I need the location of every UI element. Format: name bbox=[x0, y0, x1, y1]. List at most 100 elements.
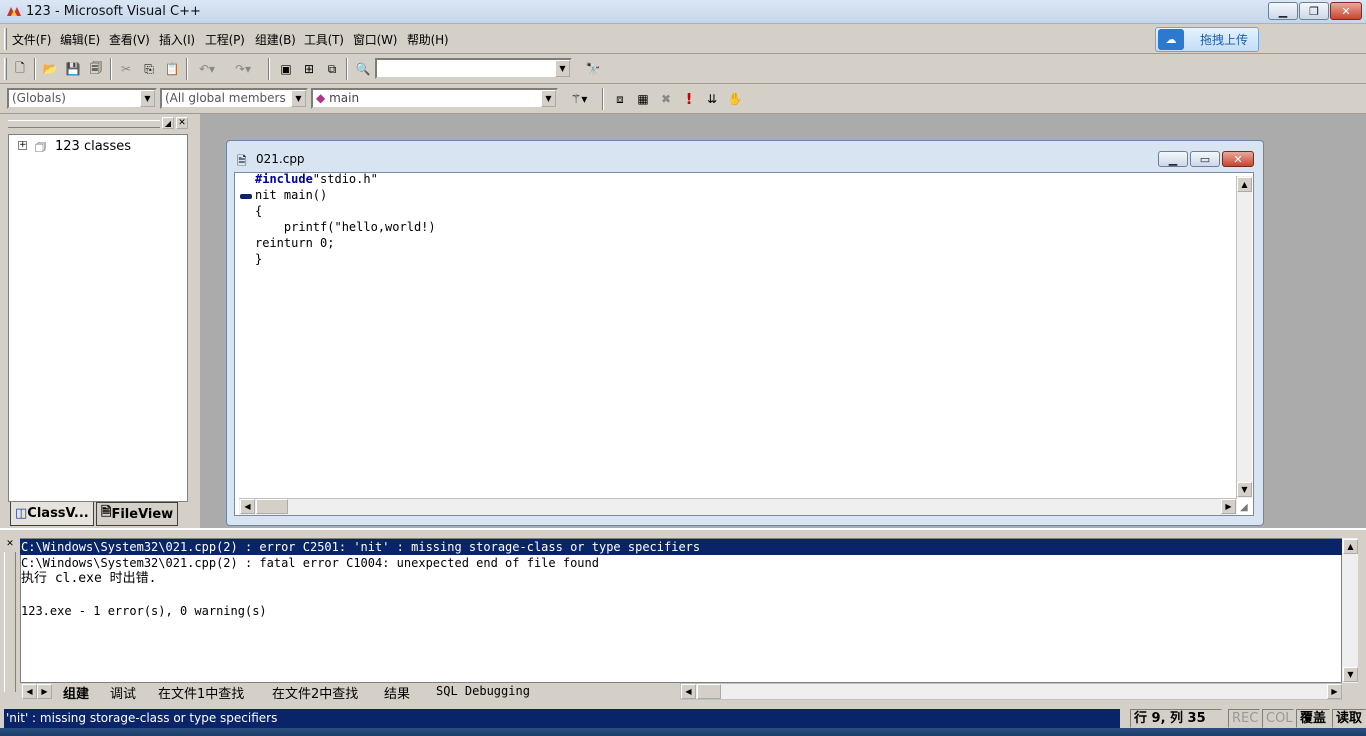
copy-icon[interactable]: ⎘ bbox=[138, 58, 160, 80]
minimize-button[interactable]: ▁ bbox=[1268, 2, 1298, 20]
code-line[interactable]: printf("hello,world!) bbox=[255, 219, 436, 235]
tab-fileview[interactable]: 🗎 FileView bbox=[96, 502, 178, 526]
menu-build[interactable]: 组建(B) bbox=[255, 31, 296, 48]
workspace-dock-icon[interactable]: ◢ bbox=[162, 117, 174, 129]
scroll-left-icon[interactable]: ◀ bbox=[240, 499, 255, 514]
code-text: reinturn 0; bbox=[255, 236, 335, 250]
function-combo[interactable]: ◆ main ▼ bbox=[311, 88, 558, 109]
scroll-down-icon[interactable]: ▼ bbox=[1343, 667, 1358, 682]
restore-icon: ❐ bbox=[1309, 4, 1319, 18]
save-all-icon[interactable]: 🗐 bbox=[85, 58, 107, 80]
tree-root-label[interactable]: 123 classes bbox=[55, 139, 131, 154]
output-line[interactable]: C:\Windows\System32\021.cpp(2) : error C… bbox=[21, 539, 700, 555]
output-grip[interactable] bbox=[4, 552, 16, 692]
build-icon[interactable]: ▦ bbox=[632, 88, 654, 110]
save-icon[interactable]: 💾 bbox=[62, 58, 84, 80]
menu-file[interactable]: 文件(F) bbox=[12, 31, 51, 48]
scope-combo[interactable]: (Globals) ▼ bbox=[7, 88, 157, 109]
chevron-down-icon[interactable]: ▼ bbox=[541, 90, 556, 107]
output-horizontal-scrollbar[interactable] bbox=[680, 683, 1342, 700]
paste-icon[interactable]: 📋 bbox=[161, 58, 183, 80]
output-line[interactable]: C:\Windows\System32\021.cpp(2) : fatal e… bbox=[21, 555, 599, 571]
members-combo[interactable]: (All global members ▼ bbox=[160, 88, 308, 109]
status-line-column: 行 9, 列 35 bbox=[1130, 709, 1222, 728]
editor-close-button[interactable]: ✕ bbox=[1222, 151, 1254, 167]
editor-restore-button[interactable]: ▭ bbox=[1190, 151, 1220, 167]
tab-find-in-files-2[interactable]: 在文件2中查找 bbox=[272, 683, 358, 702]
scroll-right-icon[interactable]: ▶ bbox=[1221, 499, 1236, 514]
wizard-wand-icon[interactable]: ⚚▾ bbox=[562, 88, 596, 110]
title-bar[interactable] bbox=[0, 0, 1366, 24]
breakpoint-hand-icon[interactable]: ✋ bbox=[724, 88, 746, 110]
restore-button[interactable]: ❐ bbox=[1299, 2, 1329, 20]
tab-results[interactable]: 结果 bbox=[384, 683, 410, 702]
menu-project[interactable]: 工程(P) bbox=[205, 31, 245, 48]
tab-build[interactable]: 组建 bbox=[63, 683, 89, 702]
toolbar-separator bbox=[602, 88, 604, 110]
output-scroll-thumb[interactable] bbox=[697, 684, 721, 699]
os-taskbar[interactable] bbox=[0, 728, 1366, 736]
drag-upload-button[interactable]: ☁ 拖拽上传 bbox=[1155, 27, 1259, 52]
output-line[interactable]: 执行 cl.exe 时出错. bbox=[21, 571, 156, 587]
close-icon: ✕ bbox=[1233, 152, 1243, 166]
scroll-right-icon[interactable]: ▶ bbox=[1327, 684, 1342, 699]
scroll-down-icon[interactable]: ▼ bbox=[1237, 482, 1252, 497]
window-list-icon[interactable]: ⧉ bbox=[321, 58, 343, 80]
execute-icon[interactable]: ! bbox=[678, 88, 700, 110]
toolbar-grip[interactable] bbox=[4, 58, 7, 80]
code-line[interactable]: { bbox=[255, 203, 262, 219]
editor-minimize-button[interactable]: ▁ bbox=[1158, 151, 1188, 167]
horizontal-scroll-thumb[interactable] bbox=[256, 499, 288, 514]
output-toggle-icon[interactable]: ⊞ bbox=[298, 58, 320, 80]
stop-build-icon[interactable]: ✖ bbox=[655, 88, 677, 110]
menu-grip[interactable] bbox=[4, 28, 7, 50]
new-file-icon[interactable]: 🗋 bbox=[9, 58, 31, 80]
go-icon[interactable]: ⇊ bbox=[701, 88, 723, 110]
scroll-up-icon[interactable]: ▲ bbox=[1237, 177, 1252, 192]
tab-find-in-files-1[interactable]: 在文件1中查找 bbox=[158, 683, 244, 702]
menu-insert[interactable]: 插入(I) bbox=[159, 31, 195, 48]
output-close-icon[interactable]: ✕ bbox=[4, 538, 16, 550]
redo-icon[interactable]: ↷▾ bbox=[228, 58, 258, 80]
resize-grip-icon[interactable]: ◢ bbox=[1240, 502, 1248, 513]
chevron-down-icon[interactable]: ▼ bbox=[140, 90, 155, 107]
tab-debug[interactable]: 调试 bbox=[110, 683, 136, 702]
code-line[interactable]: } bbox=[255, 251, 262, 267]
editor-file-name: 021.cpp bbox=[256, 152, 305, 166]
classview-icon: ◫ bbox=[15, 506, 28, 521]
scroll-left-icon[interactable]: ◀ bbox=[681, 684, 696, 699]
chevron-down-icon[interactable]: ▼ bbox=[555, 60, 570, 77]
expand-plus-icon[interactable]: + bbox=[18, 141, 27, 150]
scroll-up-icon[interactable]: ▲ bbox=[1343, 539, 1358, 554]
menu-help[interactable]: 帮助(H) bbox=[407, 31, 449, 48]
workspace-close-icon[interactable]: ✕ bbox=[176, 117, 188, 129]
menu-view[interactable]: 查看(V) bbox=[109, 31, 150, 48]
cut-icon[interactable]: ✂ bbox=[115, 58, 137, 80]
menu-tools[interactable]: 工具(T) bbox=[304, 31, 344, 48]
workspace-grip[interactable] bbox=[8, 120, 160, 128]
tab-sql-debugging[interactable]: SQL Debugging bbox=[436, 684, 530, 698]
code-line[interactable]: reinturn 0; bbox=[255, 235, 334, 251]
code-line[interactable]: nit main() bbox=[255, 187, 327, 203]
code-line[interactable]: #include"stdio.h" bbox=[255, 171, 378, 187]
tab-scroll-right-icon[interactable]: ▶ bbox=[37, 684, 52, 699]
find-in-files-icon[interactable]: 🔍 bbox=[352, 58, 374, 80]
editor-vertical-scrollbar[interactable] bbox=[1236, 176, 1252, 498]
output-vertical-scrollbar[interactable] bbox=[1342, 538, 1358, 683]
tab-classview[interactable]: ◫ ClassV... bbox=[10, 502, 94, 526]
menu-window[interactable]: 窗口(W) bbox=[353, 31, 397, 48]
editor-horizontal-scrollbar[interactable] bbox=[239, 498, 1237, 515]
chevron-down-icon[interactable]: ▼ bbox=[291, 90, 306, 107]
current-line-arrow-icon bbox=[240, 194, 252, 199]
find-combo[interactable]: ▼ bbox=[375, 58, 572, 79]
close-button[interactable]: ✕ bbox=[1330, 2, 1362, 20]
undo-icon[interactable]: ↶▾ bbox=[192, 58, 222, 80]
compile-icon[interactable]: ⧈ bbox=[609, 88, 631, 110]
tab-scroll-left-icon[interactable]: ◀ bbox=[22, 684, 37, 699]
output-line[interactable]: 123.exe - 1 error(s), 0 warning(s) bbox=[21, 603, 267, 619]
menu-edit[interactable]: 编辑(E) bbox=[60, 31, 100, 48]
find-binoculars-icon[interactable]: 🔭 bbox=[582, 58, 604, 80]
close-icon: ✕ bbox=[1341, 4, 1351, 18]
open-folder-icon[interactable]: 📂 bbox=[39, 58, 61, 80]
workspace-toggle-icon[interactable]: ▣ bbox=[275, 58, 297, 80]
